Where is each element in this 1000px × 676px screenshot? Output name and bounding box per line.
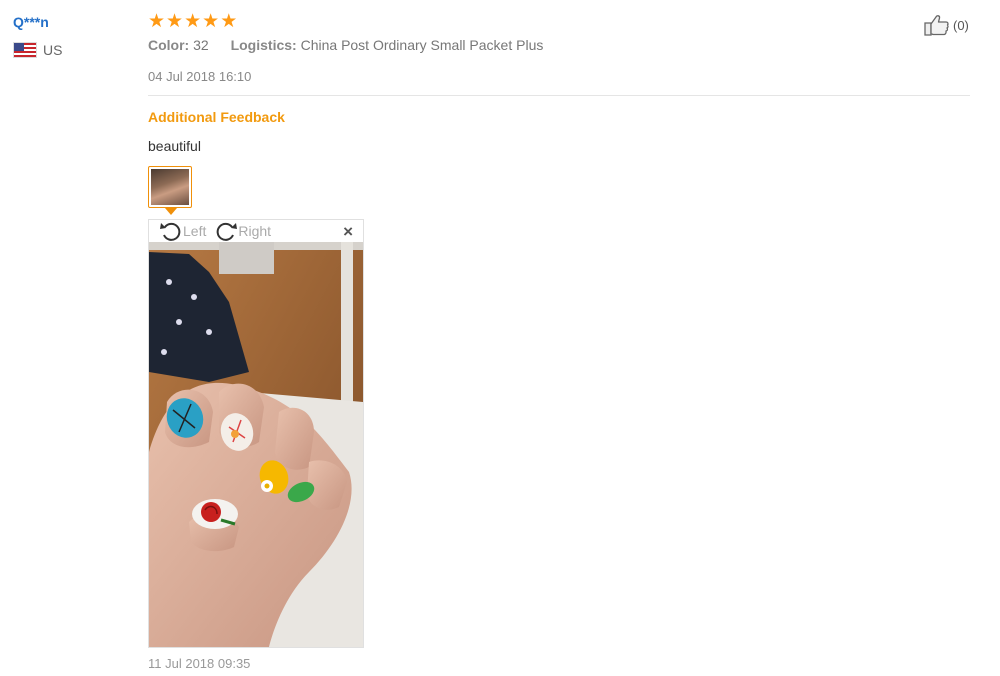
review-date: 04 Jul 2018 16:10 [148,69,252,84]
thumbs-up-icon [924,15,949,36]
image-viewer: Left Right × [148,219,364,648]
rotate-left-icon [160,222,181,241]
additional-feedback-text: beautiful [148,138,201,154]
star-icon: ★ [148,11,166,32]
color-label: Color: [148,37,190,53]
image-viewer-toolbar: Left Right × [149,220,363,242]
rotate-right-button[interactable]: Right [214,221,271,241]
additional-feedback-date: 11 Jul 2018 09:35 [148,656,251,671]
helpful-button[interactable]: (0) [924,14,969,36]
rating-stars: ★ ★ ★ ★ ★ [148,12,237,32]
star-icon: ★ [202,11,220,32]
star-icon: ★ [166,11,184,32]
feedback-photo [149,242,363,647]
reviewer-name[interactable]: Q***n [13,14,49,30]
like-count: (0) [953,17,969,33]
close-icon[interactable]: × [343,222,353,242]
rotate-right-icon [217,222,238,241]
rotate-right-label: Right [238,223,272,239]
reviewer-country: US [13,42,62,58]
star-icon: ★ [184,11,202,32]
thumbnail-image [151,169,189,205]
thumbnail-pointer [165,208,177,215]
rotate-left-label: Left [183,223,207,239]
additional-feedback-title: Additional Feedback [148,109,285,125]
us-flag-icon [13,42,37,58]
divider [148,95,970,96]
logistics-value: China Post Ordinary Small Packet Plus [300,37,544,53]
logistics-label: Logistics: [230,37,297,53]
country-code: US [43,42,63,58]
feedback-image-thumbnail[interactable] [148,166,192,208]
order-info: Color: 32 Logistics: China Post Ordinary… [148,37,543,53]
star-icon: ★ [220,11,238,32]
rotate-left-button[interactable]: Left [159,221,206,241]
color-value: 32 [193,37,209,53]
